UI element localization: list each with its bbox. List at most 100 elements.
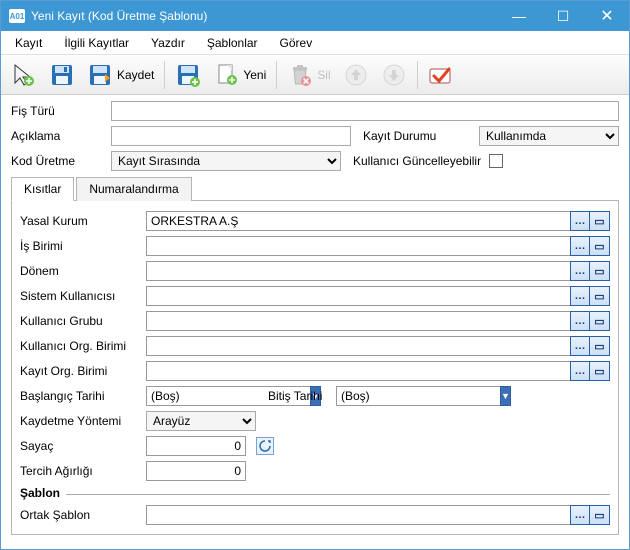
maximize-button[interactable]: ☐ — [541, 1, 585, 31]
yasal-kurum-lookup: … ▭ — [146, 211, 610, 231]
tercih-agirligi-input[interactable] — [146, 461, 246, 481]
bitis-tarihi-field: ▼ — [336, 386, 446, 406]
tab-numaralandirma[interactable]: Numaralandırma — [76, 177, 191, 201]
arrow-down-icon — [381, 62, 407, 88]
fis-turu-label: Fiş Türü — [11, 104, 105, 118]
lookup-browse-button[interactable]: … — [570, 261, 590, 281]
lookup-browse-button[interactable]: … — [570, 505, 590, 525]
tab-kisitlar[interactable]: Kısıtlar — [11, 177, 74, 201]
lookup-open-button[interactable]: ▭ — [590, 311, 610, 331]
toolbar-sil-label: Sil — [317, 68, 330, 82]
menu-yazdir[interactable]: Yazdır — [141, 33, 195, 53]
window-title: Yeni Kayıt (Kod Üretme Şablonu) — [31, 9, 497, 23]
lookup-browse-button[interactable]: … — [570, 286, 590, 306]
toolbar-run-button[interactable] — [7, 60, 41, 90]
tab-kisitlar-panel: Yasal Kurum … ▭ İş Birimi …▭ Dönem …▭ Si… — [11, 201, 619, 535]
toolbar-delete-button[interactable]: Sil — [283, 60, 334, 90]
aciklama-label: Açıklama — [11, 129, 105, 143]
yasal-kurum-label: Yasal Kurum — [20, 214, 140, 228]
kayit-durumu-label: Kayıt Durumu — [363, 129, 473, 143]
kod-uretme-label: Kod Üretme — [11, 154, 105, 168]
tercih-agirligi-label: Tercih Ağırlığı — [20, 464, 140, 478]
lookup-open-button[interactable]: ▭ — [590, 211, 610, 231]
toolbar-save-button[interactable] — [45, 60, 79, 90]
kayit-org-birimi-label: Kayıt Org. Birimi — [20, 364, 140, 378]
toolbar-new-button[interactable]: Yeni — [209, 60, 270, 90]
trash-icon — [287, 62, 313, 88]
lookup-open-button[interactable]: ▭ — [590, 286, 610, 306]
menu-ilgili-kayitlar[interactable]: İlgili Kayıtlar — [54, 33, 139, 53]
menu-gorev[interactable]: Görev — [270, 33, 323, 53]
kayit-org-birimi-input[interactable] — [146, 361, 570, 381]
toolbar-yeni-label: Yeni — [243, 68, 266, 82]
window-controls: — ☐ ✕ — [497, 1, 629, 31]
lookup-browse-button[interactable]: … — [570, 211, 590, 231]
close-button[interactable]: ✕ — [585, 1, 629, 31]
baslangic-tarihi-label: Başlangıç Tarihi — [20, 389, 140, 403]
date-picker-button[interactable]: ▼ — [500, 386, 511, 406]
menu-kayit[interactable]: Kayıt — [5, 33, 52, 53]
cursor-add-icon — [11, 62, 37, 88]
kullanici-guncelleyebilir-checkbox[interactable] — [489, 154, 503, 168]
lookup-browse-button[interactable]: … — [570, 336, 590, 356]
lookup-open-button[interactable]: ▭ — [590, 236, 610, 256]
app-icon: A01 — [9, 9, 25, 23]
kod-uretme-select[interactable]: Kayıt Sırasında — [111, 151, 341, 171]
refresh-icon — [259, 440, 271, 452]
lookup-open-button[interactable]: ▭ — [590, 361, 610, 381]
sayac-label: Sayaç — [20, 439, 140, 453]
kaydetme-yontemi-label: Kaydetme Yöntemi — [20, 414, 140, 428]
kullanici-grubu-label: Kullanıcı Grubu — [20, 314, 140, 328]
ortak-sablon-label: Ortak Şablon — [20, 508, 140, 522]
lookup-browse-button[interactable]: … — [570, 361, 590, 381]
arrow-up-icon — [343, 62, 369, 88]
document-new-icon — [213, 62, 239, 88]
divider — [66, 494, 610, 495]
lookup-browse-button[interactable]: … — [570, 236, 590, 256]
lookup-browse-button[interactable]: … — [570, 311, 590, 331]
sayac-refresh-button[interactable] — [256, 437, 274, 455]
content-area: Fiş Türü Açıklama Kayıt Durumu Kullanımd… — [1, 95, 629, 549]
tab-bar: Kısıtlar Numaralandırma — [11, 176, 619, 201]
donem-input[interactable] — [146, 261, 570, 281]
kullanici-guncelleyebilir-label: Kullanıcı Güncelleyebilir — [353, 154, 483, 168]
toolbar-save-new-button[interactable] — [171, 60, 205, 90]
app-window: A01 Yeni Kayıt (Kod Üretme Şablonu) — ☐ … — [0, 0, 630, 550]
toolbar-save-close-button[interactable]: Kaydet — [83, 60, 158, 90]
floppy-icon — [49, 62, 75, 88]
toolbar-up-button[interactable] — [339, 60, 373, 90]
floppy-arrow-icon — [87, 62, 113, 88]
minimize-button[interactable]: — — [497, 1, 541, 31]
menu-sablonlar[interactable]: Şablonlar — [197, 33, 268, 53]
yasal-kurum-input[interactable] — [146, 211, 570, 231]
baslangic-tarihi-field: ▼ — [146, 386, 256, 406]
sayac-input[interactable] — [146, 436, 246, 456]
bitis-tarihi-label: Bitiş Tarihi — [268, 389, 330, 403]
kaydetme-yontemi-select[interactable]: Arayüz — [146, 411, 256, 431]
aciklama-input[interactable] — [111, 126, 351, 146]
toolbar-down-button[interactable] — [377, 60, 411, 90]
sablon-group-label: Şablon — [20, 486, 60, 500]
checkmark-icon — [428, 62, 454, 88]
sistem-kullanicisi-input[interactable] — [146, 286, 570, 306]
toolbar-separator — [417, 61, 418, 89]
floppy-plus-icon — [175, 62, 201, 88]
toolbar: Kaydet Yeni Sil — [1, 55, 629, 95]
is-birimi-input[interactable] — [146, 236, 570, 256]
is-birimi-label: İş Birimi — [20, 239, 140, 253]
titlebar: A01 Yeni Kayıt (Kod Üretme Şablonu) — ☐ … — [1, 1, 629, 31]
kullanici-org-birimi-input[interactable] — [146, 336, 570, 356]
donem-label: Dönem — [20, 264, 140, 278]
toolbar-kaydet-label: Kaydet — [117, 68, 154, 82]
fis-turu-input[interactable] — [111, 101, 619, 121]
toolbar-confirm-button[interactable] — [424, 60, 458, 90]
bitis-tarihi-input[interactable] — [336, 386, 500, 406]
kullanici-org-birimi-label: Kullanıcı Org. Birimi — [20, 339, 140, 353]
lookup-open-button[interactable]: ▭ — [590, 261, 610, 281]
kullanici-grubu-input[interactable] — [146, 311, 570, 331]
kayit-durumu-select[interactable]: Kullanımda — [479, 126, 619, 146]
sistem-kullanicisi-label: Sistem Kullanıcısı — [20, 289, 140, 303]
lookup-open-button[interactable]: ▭ — [590, 505, 610, 525]
lookup-open-button[interactable]: ▭ — [590, 336, 610, 356]
ortak-sablon-input[interactable] — [146, 505, 570, 525]
